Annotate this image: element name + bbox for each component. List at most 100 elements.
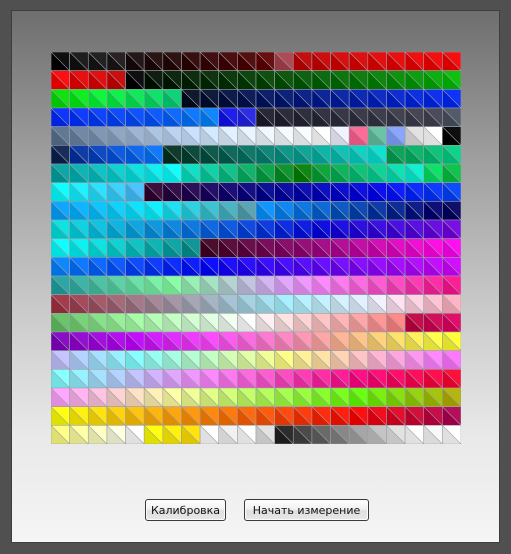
color-swatch [125,294,145,314]
color-swatch [143,163,164,183]
color-swatch [404,331,425,351]
color-swatch [292,182,313,202]
color-swatch [181,369,201,389]
color-swatch [125,182,145,202]
color-swatch [404,70,425,90]
color-swatch [51,52,70,71]
color-swatch [237,331,257,351]
color-swatch [106,294,126,314]
color-swatch [367,331,387,351]
color-swatch [143,52,164,71]
color-swatch [348,294,369,314]
color-swatch [51,145,70,165]
color-swatch [330,406,350,426]
color-swatch [423,89,443,109]
color-swatch [69,257,89,277]
color-swatch [311,425,331,444]
color-swatch [367,145,387,165]
color-swatch [199,294,220,314]
color-swatch [51,70,70,90]
color-swatch [423,163,443,183]
color-swatch [442,406,461,426]
color-swatch [274,294,294,314]
color-swatch [199,369,220,389]
color-swatch [255,145,275,165]
color-swatch [255,313,275,333]
color-swatch [237,163,257,183]
color-swatch [199,89,220,109]
color-swatch [106,107,126,127]
color-swatch [386,369,406,389]
color-swatch [218,201,238,221]
color-swatch [125,387,145,407]
color-swatch [311,406,331,426]
color-swatch [423,107,443,127]
color-swatch [404,387,425,407]
color-swatch [87,163,108,183]
calibrate-button[interactable]: Калибровка [145,499,226,521]
color-swatch [218,182,238,202]
color-swatch [69,163,89,183]
color-swatch [255,52,275,71]
color-swatch [386,331,406,351]
color-swatch [106,313,126,333]
color-swatch [218,52,238,71]
start-measurement-button[interactable]: Начать измерение [244,499,369,521]
color-swatch [311,369,331,389]
color-swatch [255,331,275,351]
color-swatch [162,163,182,183]
color-swatch [69,369,89,389]
color-swatch [199,238,220,258]
color-swatch [311,275,331,295]
color-swatch [69,219,89,239]
color-swatch [330,331,350,351]
color-swatch [125,406,145,426]
color-swatch [143,89,164,109]
color-swatch [348,313,369,333]
color-swatch [143,425,164,444]
color-swatch [51,89,70,109]
color-swatch [311,294,331,314]
color-swatch [218,331,238,351]
color-swatch [423,219,443,239]
color-swatch [69,107,89,127]
color-swatch [330,387,350,407]
color-swatch [125,331,145,351]
color-swatch [386,425,406,444]
color-swatch [423,70,443,90]
color-swatch [255,70,275,90]
color-swatch [237,182,257,202]
color-swatch [237,219,257,239]
color-swatch [330,294,350,314]
color-swatch [87,369,108,389]
color-swatch [292,313,313,333]
color-swatch [423,406,443,426]
color-swatch [69,275,89,295]
color-swatch [442,350,461,370]
color-swatch [181,52,201,71]
color-swatch [311,182,331,202]
color-swatch [237,350,257,370]
color-swatch [386,294,406,314]
color-swatch [274,275,294,295]
color-swatch [367,201,387,221]
color-swatch [348,425,369,444]
color-swatch [87,294,108,314]
color-swatch [348,126,369,146]
color-swatch [274,145,294,165]
color-swatch [125,145,145,165]
color-swatch [106,145,126,165]
color-swatch [87,52,108,71]
color-swatch [330,313,350,333]
color-swatch [143,201,164,221]
color-swatch [87,89,108,109]
color-swatch [442,257,461,277]
color-swatch [106,369,126,389]
color-swatch [255,219,275,239]
color-swatch [218,369,238,389]
color-swatch [367,107,387,127]
color-swatch [367,163,387,183]
color-swatch [274,425,294,444]
color-swatch [125,52,145,71]
color-swatch [311,201,331,221]
